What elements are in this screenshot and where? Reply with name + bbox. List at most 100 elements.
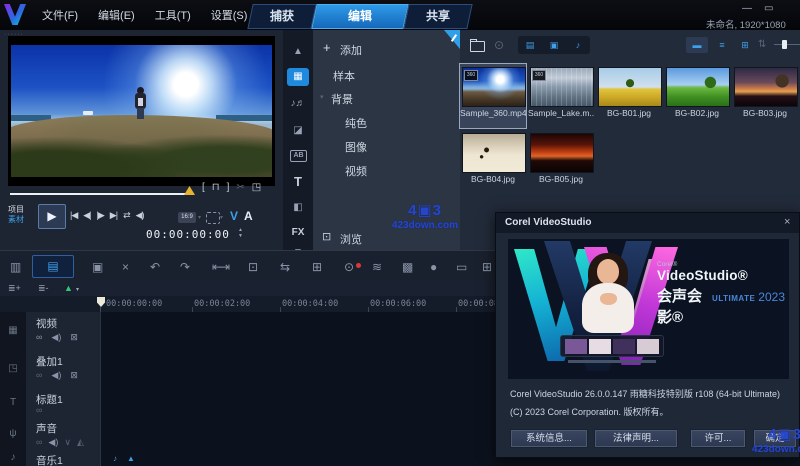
legal-notices-button[interactable]: 法律声明... [594, 429, 678, 448]
trim-handle[interactable] [184, 186, 195, 195]
media-item[interactable]: BG-B05.jpg [528, 130, 594, 194]
track-header-overlay[interactable]: ◳ 叠加1 ∞ ◀) ⊠ [0, 350, 100, 389]
screen-capture-button[interactable]: ⊙ [344, 260, 354, 274]
track-header-title[interactable]: T 标题1 ∞ [0, 388, 100, 418]
mark-in-button[interactable]: [ [202, 183, 205, 193]
step-back-button[interactable]: ◀| [83, 210, 91, 221]
timecode-field[interactable]: 00:00:00:00 [146, 228, 230, 241]
volume-button[interactable]: ◀) [136, 210, 145, 221]
nav-graphics-button[interactable]: ◧ [287, 199, 309, 217]
fold-icon[interactable]: ∨ [64, 437, 71, 448]
minimize-button[interactable]: — [742, 3, 752, 14]
tab-share[interactable]: 共享 [403, 4, 473, 29]
timecode-spinner[interactable]: ▲ ▼ [238, 227, 243, 239]
disable-track-icon[interactable]: ⊠ [70, 370, 78, 381]
ripple-edit-button[interactable]: ▲ [64, 283, 73, 293]
record-options-icon[interactable]: ⊙ [494, 39, 504, 51]
browse-label[interactable]: 浏览 [340, 231, 362, 247]
tab-capture[interactable]: 捕获 [247, 4, 317, 29]
tree-item-background[interactable]: 背景 [331, 91, 353, 107]
tab-edit[interactable]: 编辑 [311, 4, 409, 29]
track-grid-button[interactable]: ⊞ [482, 260, 492, 274]
add-folder-icon[interactable]: + [323, 40, 331, 55]
nav-title-button[interactable]: T [287, 173, 309, 191]
menu-edit[interactable]: 编辑(E) [88, 7, 145, 23]
fit-project-button[interactable]: ⇤⇥ [212, 260, 230, 274]
media-item[interactable]: BG-B01.jpg [596, 64, 662, 128]
filter-photo-button[interactable]: ▣ [542, 36, 566, 54]
speaker-icon[interactable]: ◀) [51, 370, 61, 381]
nav-effects-button[interactable]: FX [287, 224, 309, 242]
media-item[interactable]: 360 Sample_360.mp4 [459, 63, 527, 129]
tree-item-image[interactable]: 图像 [345, 139, 367, 155]
media-item[interactable]: BG-B03.jpg [732, 64, 798, 128]
trim-bar[interactable] [10, 193, 186, 195]
shrink-interval-button[interactable]: ⊡ [248, 260, 258, 274]
step-forward-button[interactable]: |▶ [97, 210, 105, 221]
license-button[interactable]: 许可... [690, 429, 746, 448]
dialog-titlebar[interactable]: Corel VideoStudio [496, 213, 799, 233]
tree-item-solid[interactable]: 纯色 [345, 115, 367, 131]
list-view-button[interactable]: ≡ [711, 37, 733, 53]
media-item[interactable]: BG-B04.jpg [460, 130, 526, 194]
track-header-video[interactable]: ▦ 视频 ∞ ◀) ⊠ [0, 312, 100, 351]
link-icon[interactable]: ∞ [36, 405, 42, 415]
disable-track-icon[interactable]: ⊠ [70, 332, 78, 343]
zoom-slider[interactable] [774, 44, 800, 45]
split-clip-button[interactable]: ✂ [236, 183, 244, 193]
selection-tool-button[interactable] [206, 212, 220, 224]
tree-expand-icon[interactable]: ▾ [320, 94, 324, 101]
media-item[interactable]: BG-B02.jpg [664, 64, 730, 128]
scroll-up-icon[interactable]: ▲ [287, 43, 309, 61]
trim-button[interactable]: ⊓ [212, 183, 220, 193]
storyboard-view-button[interactable]: ▥ [10, 260, 21, 274]
audio-toggle[interactable]: A [244, 209, 253, 223]
track-manager-button[interactable]: ≣+ [8, 283, 21, 294]
media-item[interactable]: 360 Sample_Lake.m... [528, 64, 594, 128]
track-header-voice[interactable]: ψ 声音 ∞ ◀) ∨ ◭ [0, 417, 100, 451]
nav-transition-button[interactable]: ◪ [287, 122, 309, 140]
home-button[interactable]: |◀ [70, 210, 78, 221]
repeat-button[interactable]: ⇄ [123, 210, 130, 221]
play-button[interactable]: ▶ [38, 204, 66, 229]
restore-button[interactable]: ▭ [764, 3, 773, 14]
mode-project[interactable]: 项目 [8, 205, 24, 215]
mode-clip[interactable]: 素材 [8, 215, 24, 225]
tree-item-video[interactable]: 视频 [345, 163, 367, 179]
remove-track-button[interactable]: ≣- [38, 283, 49, 294]
undo-button[interactable]: ↶ [150, 260, 160, 274]
preview-video[interactable] [11, 45, 272, 177]
waveform-icon[interactable]: ◭ [77, 437, 84, 448]
system-info-button[interactable]: 系统信息... [510, 429, 588, 448]
speaker-icon[interactable]: ◀) [48, 437, 58, 448]
batch-convert-button[interactable]: × [122, 260, 129, 274]
grid-view-button[interactable]: ⊞ [734, 37, 756, 53]
subtitle-editor-button[interactable]: ▭ [456, 260, 467, 274]
import-folder-icon[interactable] [470, 39, 485, 52]
speaker-icon[interactable]: ◀) [51, 332, 61, 343]
tree-item-sample[interactable]: 样本 [333, 68, 355, 84]
link-icon[interactable]: ∞ [36, 332, 42, 343]
link-icon[interactable]: ∞ [36, 437, 42, 448]
menu-file[interactable]: 文件(F) [32, 7, 88, 23]
swap-tracks-button[interactable]: ⇆ [280, 260, 290, 274]
close-icon[interactable]: × [784, 216, 790, 228]
filter-video-button[interactable]: ▤ [518, 36, 542, 54]
menu-tools[interactable]: 工具(T) [145, 7, 201, 23]
browse-icon[interactable]: ⊡ [322, 232, 331, 243]
enlarge-preview-button[interactable]: ◳ [252, 183, 261, 193]
filter-audio-button[interactable]: ♪ [566, 36, 590, 54]
insert-gap-button[interactable]: ⊞ [312, 260, 322, 274]
end-button[interactable]: ▶| [110, 210, 118, 221]
video-toggle[interactable]: V [230, 209, 238, 223]
thumbnail-view-button[interactable]: ▬ [686, 37, 708, 53]
sort-icon[interactable]: ⇅ [758, 40, 766, 50]
nav-audio-button[interactable]: ♪♬ [287, 95, 309, 113]
sound-mixer-button[interactable]: ≋ [372, 260, 382, 274]
speech-to-text-button[interactable]: ● [430, 260, 437, 274]
zoom-slider-knob[interactable] [782, 40, 787, 49]
nav-overlay-button[interactable]: AB [290, 150, 307, 162]
redo-button[interactable]: ↷ [180, 260, 190, 274]
link-icon[interactable]: ∞ [36, 370, 42, 381]
auto-music-button[interactable]: ▩ [402, 260, 413, 274]
